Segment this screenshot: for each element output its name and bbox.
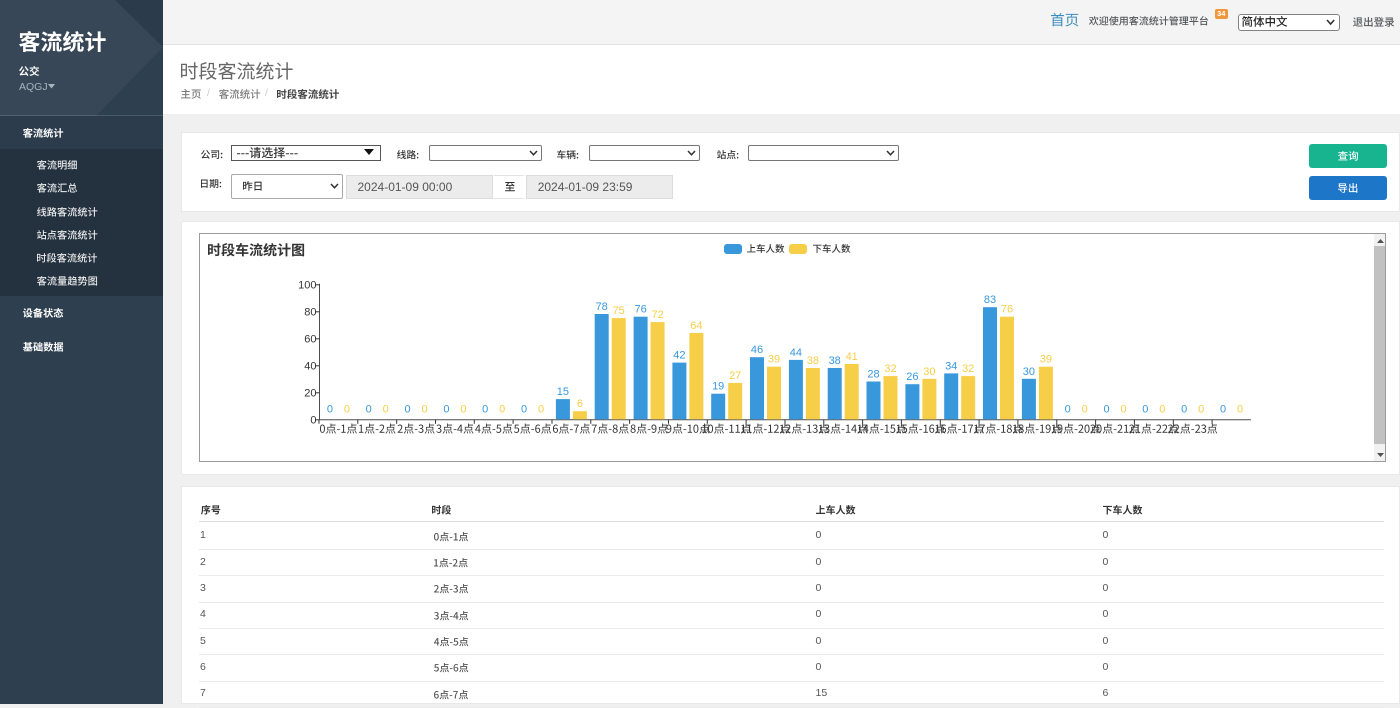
svg-text:0: 0 bbox=[310, 414, 316, 426]
svg-text:0: 0 bbox=[1198, 403, 1204, 415]
svg-text:0: 0 bbox=[1065, 403, 1071, 415]
svg-text:0: 0 bbox=[405, 403, 411, 415]
svg-text:32: 32 bbox=[962, 363, 974, 375]
svg-text:42: 42 bbox=[673, 350, 685, 362]
svg-text:0: 0 bbox=[1159, 403, 1165, 415]
svg-text:0: 0 bbox=[538, 403, 544, 415]
svg-text:39: 39 bbox=[1040, 354, 1052, 366]
svg-text:60: 60 bbox=[304, 333, 316, 345]
svg-text:20: 20 bbox=[304, 387, 316, 399]
svg-text:0: 0 bbox=[327, 403, 333, 415]
svg-text:38: 38 bbox=[829, 355, 841, 367]
svg-text:0: 0 bbox=[1103, 403, 1109, 415]
svg-text:0: 0 bbox=[1220, 403, 1226, 415]
svg-text:39: 39 bbox=[768, 354, 780, 366]
svg-text:0: 0 bbox=[344, 403, 350, 415]
svg-text:15: 15 bbox=[557, 386, 569, 398]
svg-text:6: 6 bbox=[577, 398, 583, 410]
svg-text:0: 0 bbox=[499, 403, 505, 415]
svg-text:78: 78 bbox=[596, 301, 608, 313]
svg-text:26: 26 bbox=[906, 371, 918, 383]
svg-text:75: 75 bbox=[613, 305, 625, 317]
svg-text:72: 72 bbox=[651, 309, 663, 321]
svg-text:27: 27 bbox=[729, 370, 741, 382]
svg-text:46: 46 bbox=[751, 344, 763, 356]
svg-text:0: 0 bbox=[1237, 403, 1243, 415]
svg-text:0: 0 bbox=[1142, 403, 1148, 415]
svg-text:0: 0 bbox=[482, 403, 488, 415]
svg-text:41: 41 bbox=[846, 351, 858, 363]
svg-text:19: 19 bbox=[712, 381, 724, 393]
svg-text:38: 38 bbox=[807, 355, 819, 367]
svg-text:0: 0 bbox=[1181, 403, 1187, 415]
svg-text:32: 32 bbox=[884, 363, 896, 375]
svg-text:30: 30 bbox=[923, 366, 935, 378]
svg-text:76: 76 bbox=[1001, 304, 1013, 316]
svg-text:28: 28 bbox=[867, 369, 879, 381]
svg-text:44: 44 bbox=[790, 347, 802, 359]
svg-text:100: 100 bbox=[298, 279, 316, 291]
svg-text:34: 34 bbox=[945, 360, 957, 372]
svg-text:0: 0 bbox=[366, 403, 372, 415]
svg-text:0: 0 bbox=[443, 403, 449, 415]
svg-text:40: 40 bbox=[304, 360, 316, 372]
svg-text:76: 76 bbox=[634, 304, 646, 316]
svg-text:0: 0 bbox=[1120, 403, 1126, 415]
svg-text:0: 0 bbox=[460, 403, 466, 415]
svg-text:80: 80 bbox=[304, 306, 316, 318]
svg-text:83: 83 bbox=[984, 294, 996, 306]
svg-text:0: 0 bbox=[422, 403, 428, 415]
svg-text:64: 64 bbox=[690, 320, 702, 332]
svg-text:0: 0 bbox=[383, 403, 389, 415]
svg-text:0: 0 bbox=[521, 403, 527, 415]
svg-text:30: 30 bbox=[1023, 366, 1035, 378]
svg-text:0: 0 bbox=[1082, 403, 1088, 415]
